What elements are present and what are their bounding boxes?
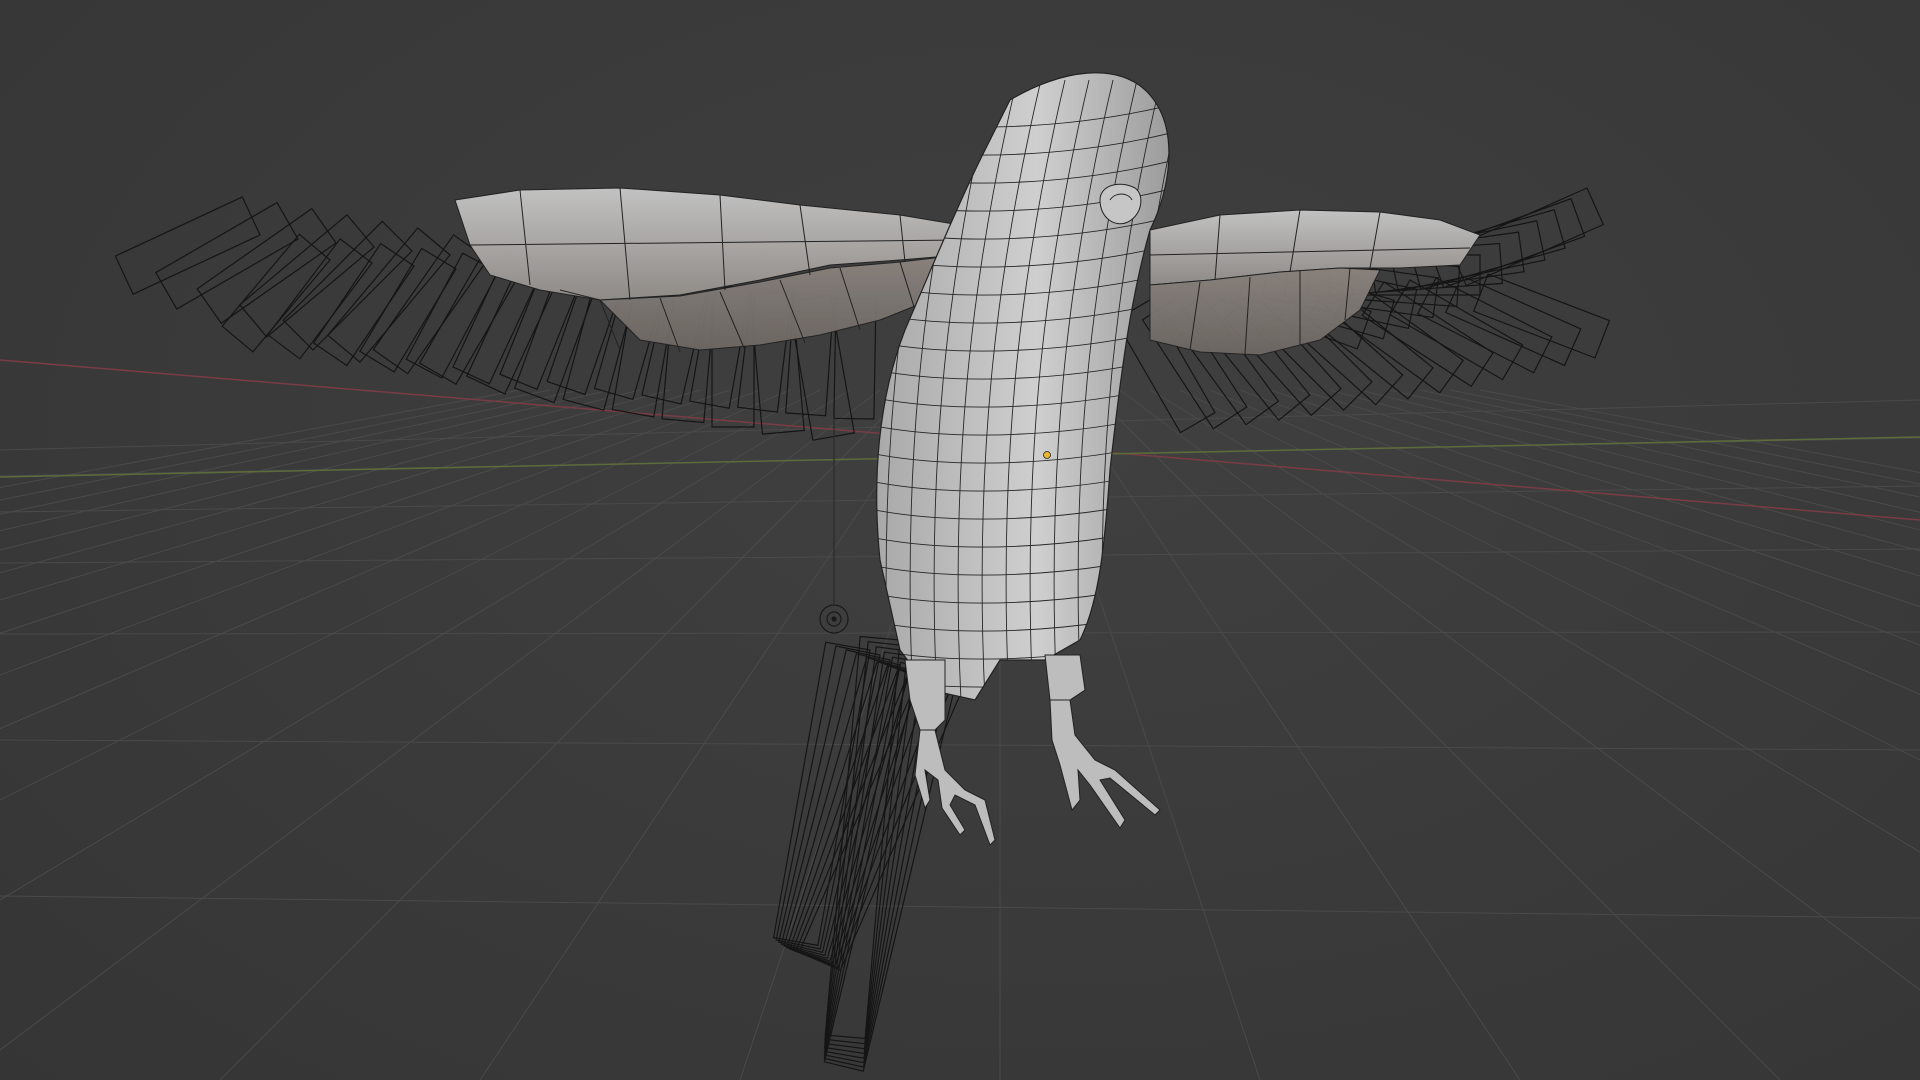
bird-body[interactable] <box>860 72 1209 720</box>
object-origin-icon[interactable] <box>1043 451 1051 459</box>
viewport-canvas[interactable] <box>0 0 1920 1080</box>
left-wing[interactable] <box>454 187 962 353</box>
right-wing[interactable] <box>1149 209 1481 356</box>
3d-viewport[interactable] <box>0 0 1920 1080</box>
empty-object-icon[interactable] <box>819 418 849 634</box>
right-leg[interactable] <box>1044 654 1161 829</box>
